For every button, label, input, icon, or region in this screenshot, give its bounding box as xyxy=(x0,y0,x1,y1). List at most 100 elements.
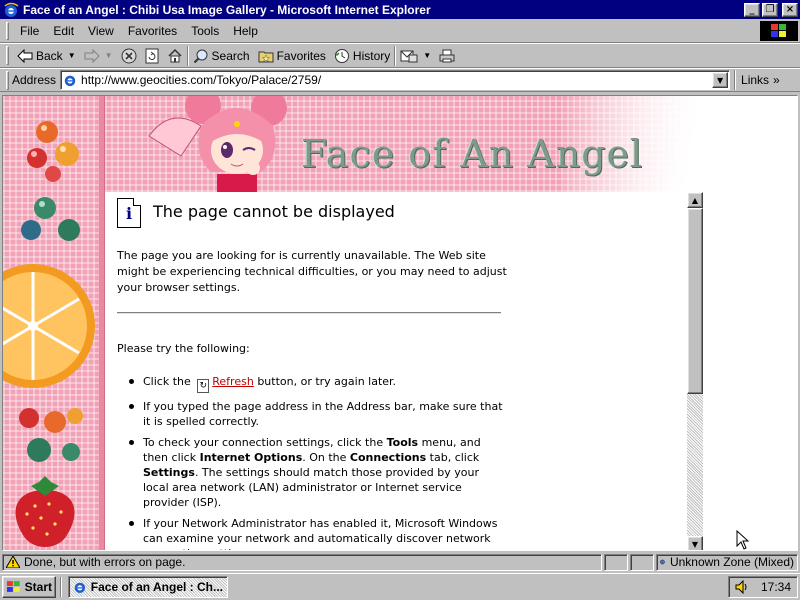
candy-decoration xyxy=(27,121,79,182)
links-toolbar[interactable]: Links » xyxy=(734,70,780,90)
address-dropdown-button[interactable]: ▼ xyxy=(712,72,729,88)
taskbar-item-ie[interactable]: Face of an Angel : Ch... xyxy=(68,576,228,598)
warning-icon[interactable] xyxy=(6,556,20,568)
list-item: If you typed the page address in the Add… xyxy=(129,400,503,428)
minimize-icon: _ xyxy=(749,3,755,15)
internet-explorer-icon xyxy=(74,582,86,594)
mail-icon xyxy=(400,50,418,62)
back-dropdown-icon[interactable]: ▼ xyxy=(68,51,76,60)
strawberry-decoration xyxy=(15,476,75,547)
status-message-pane[interactable]: Done, but with errors on page. xyxy=(2,553,602,571)
security-zone-label: Unknown Zone (Mixed) xyxy=(669,555,794,569)
history-button[interactable]: History xyxy=(330,45,394,67)
menu-help[interactable]: Help xyxy=(226,22,265,40)
orange-slice-decoration xyxy=(3,264,95,388)
address-bar: Address http://www.geocities.com/Tokyo/P… xyxy=(0,68,800,92)
menu-file[interactable]: File xyxy=(13,22,46,40)
system-tray: 17:34 xyxy=(728,576,798,598)
error-description: The page you are looking for is currentl… xyxy=(117,249,507,294)
menu-tools[interactable]: Tools xyxy=(184,22,226,40)
divider xyxy=(117,312,501,314)
taskbar-separator xyxy=(60,577,62,597)
back-arrow-icon xyxy=(17,48,33,63)
links-label[interactable]: Links xyxy=(741,73,769,87)
tip-bold: Internet Options xyxy=(199,451,303,464)
forward-dropdown-icon[interactable]: ▼ xyxy=(105,51,113,60)
taskbar-item-label: Face of an Angel : Ch... xyxy=(90,580,223,594)
mouse-cursor-icon xyxy=(736,530,750,550)
favorites-button[interactable]: Favorites xyxy=(254,45,330,67)
page-icon xyxy=(64,75,76,87)
back-button[interactable]: Back ▼ xyxy=(13,45,80,67)
forward-button[interactable]: ▼ xyxy=(80,45,117,67)
tip-text: . On the xyxy=(302,451,350,464)
search-icon xyxy=(193,49,208,63)
back-label: Back xyxy=(36,48,63,63)
refresh-icon: ↻ xyxy=(197,379,210,393)
search-label: Search xyxy=(211,48,250,63)
windows-throbber-icon xyxy=(760,21,798,41)
status-pane xyxy=(604,553,628,571)
favorites-label: Favorites xyxy=(276,48,326,63)
scrollbar-thumb[interactable] xyxy=(687,208,703,394)
start-button[interactable]: Start xyxy=(2,576,56,598)
toolbar-grip[interactable] xyxy=(6,46,9,65)
minimize-button[interactable]: _ xyxy=(744,2,760,17)
candy-decoration xyxy=(21,197,80,241)
links-separator xyxy=(734,70,737,90)
list-item: If your Network Administrator has enable… xyxy=(129,516,503,550)
title-bar[interactable]: Face of an Angel : Chibi Usa Image Galle… xyxy=(0,0,800,19)
tip-text: button, or try again later. xyxy=(257,375,397,388)
security-zone-pane[interactable]: Unknown Zone (Mixed) xyxy=(656,553,798,571)
refresh-link[interactable]: Refresh xyxy=(212,375,254,388)
candy-decoration xyxy=(19,408,83,462)
volume-icon[interactable] xyxy=(735,580,749,594)
windows-logo-icon xyxy=(6,581,20,592)
address-url[interactable]: http://www.geocities.com/Tokyo/Palace/27… xyxy=(77,73,712,87)
mail-button[interactable]: ▼ xyxy=(396,45,435,67)
history-icon xyxy=(334,48,349,63)
taskbar: Start Face of an Angel : Ch... 17:34 xyxy=(0,573,800,600)
tip-bold: Settings xyxy=(143,466,195,479)
mail-dropdown-icon[interactable]: ▼ xyxy=(423,51,431,60)
menu-favorites[interactable]: Favorites xyxy=(121,22,184,40)
standard-toolbar: Back ▼ ▼ Search Favorites History ▼ xyxy=(0,43,800,68)
address-field[interactable]: http://www.geocities.com/Tokyo/Palace/27… xyxy=(60,70,731,90)
menu-view[interactable]: View xyxy=(81,22,121,40)
home-button[interactable] xyxy=(163,45,187,67)
close-button[interactable]: × xyxy=(782,2,798,17)
vertical-scrollbar[interactable]: ▲ ▼ xyxy=(687,192,703,550)
printer-icon xyxy=(439,49,455,62)
refresh-button[interactable] xyxy=(141,45,163,67)
forward-arrow-icon xyxy=(84,48,100,63)
page-content: Face of An Angel i The page cannot be di… xyxy=(2,95,798,551)
chevron-down-icon: ▼ xyxy=(716,75,724,85)
tip-text: Click the xyxy=(143,375,191,388)
status-pane xyxy=(630,553,654,571)
globe-icon xyxy=(660,559,665,565)
status-bar: Done, but with errors on page. Unknown Z… xyxy=(0,552,800,572)
error-panel: i The page cannot be displayed The page … xyxy=(105,192,687,550)
menu-edit[interactable]: Edit xyxy=(46,22,81,40)
chevron-down-icon: ▼ xyxy=(691,539,699,549)
links-chevron-icon[interactable]: » xyxy=(773,73,780,87)
refresh-icon xyxy=(145,48,159,63)
start-label: Start xyxy=(24,580,52,594)
info-icon: i xyxy=(117,198,141,228)
scroll-up-button[interactable]: ▲ xyxy=(687,192,703,208)
clock[interactable]: 17:34 xyxy=(761,580,791,594)
scroll-down-button[interactable]: ▼ xyxy=(687,536,703,550)
print-button[interactable] xyxy=(435,45,459,67)
tip-bold: Connections xyxy=(349,451,427,464)
maximize-button[interactable]: ❐ xyxy=(762,2,778,17)
internet-explorer-icon xyxy=(4,2,19,17)
tip-text: To check your connection settings, click… xyxy=(143,436,387,449)
menu-grip[interactable] xyxy=(6,21,9,40)
search-button[interactable]: Search xyxy=(189,45,254,67)
please-try-heading: Please try the following: xyxy=(117,342,250,355)
close-icon: × xyxy=(785,3,795,15)
list-item: Click the ↻ Refresh button, or try again … xyxy=(129,374,503,393)
window-title: Face of an Angel : Chibi Usa Image Galle… xyxy=(23,2,431,17)
address-grip[interactable] xyxy=(6,70,9,90)
stop-button[interactable] xyxy=(117,45,141,67)
